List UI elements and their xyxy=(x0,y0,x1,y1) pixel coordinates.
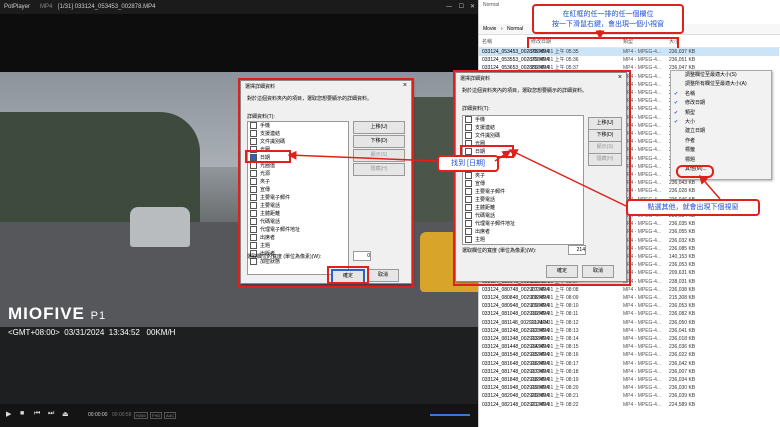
arrow-from-click-other xyxy=(508,149,627,207)
arrow-to-date-left xyxy=(287,150,438,162)
arrow-to-date-right xyxy=(494,150,512,162)
annotation-arrows xyxy=(287,30,721,207)
arrow-to-other-option xyxy=(699,174,721,200)
